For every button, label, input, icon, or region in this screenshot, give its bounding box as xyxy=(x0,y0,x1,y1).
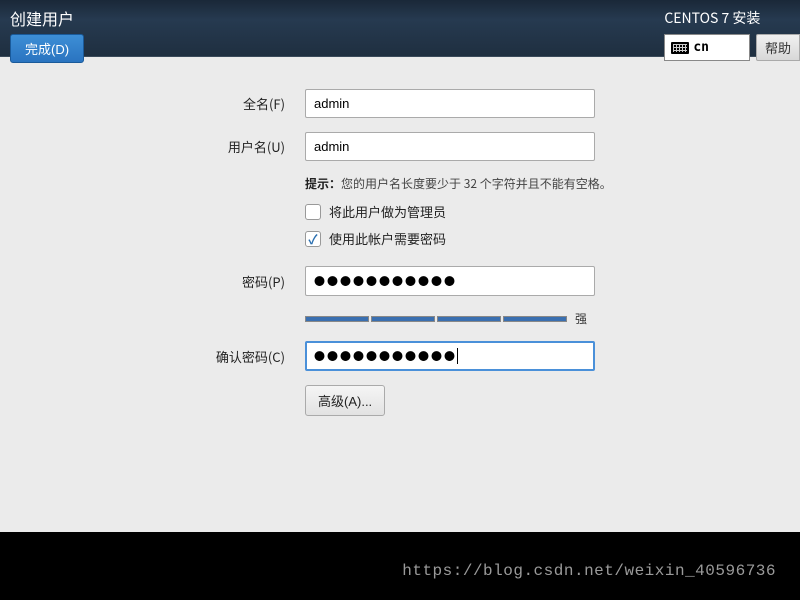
hint-prefix: 提示： xyxy=(305,175,341,192)
done-button[interactable]: 完成(D) xyxy=(10,34,84,63)
keyboard-icon xyxy=(671,42,689,54)
advanced-button[interactable]: 高级(A)... xyxy=(305,385,385,416)
admin-checkbox[interactable] xyxy=(305,204,321,220)
confirm-password-input[interactable]: ●●●●●●●●●●● xyxy=(305,341,595,371)
help-button[interactable]: 帮助 xyxy=(756,34,800,61)
username-label: 用户名(U) xyxy=(20,137,305,156)
username-hint: 提示：您的用户名长度要少于 32 个字符并且不能有空格。 xyxy=(305,175,780,192)
password-label: 密码(P) xyxy=(20,272,305,291)
password-strength-bar xyxy=(305,316,567,322)
keyboard-layout-indicator[interactable]: cn xyxy=(664,34,750,61)
require-password-checkbox[interactable] xyxy=(305,231,321,247)
username-input[interactable] xyxy=(305,132,595,161)
fullname-label: 全名(F) xyxy=(20,94,305,113)
hint-text: 您的用户名长度要少于 32 个字符并且不能有空格。 xyxy=(341,175,612,192)
password-input[interactable]: ●●●●●●●●●●● xyxy=(305,266,595,296)
require-password-label: 使用此帐户需要密码 xyxy=(329,229,446,248)
form-area: 全名(F) 用户名(U) 提示：您的用户名长度要少于 32 个字符并且不能有空格… xyxy=(0,57,800,532)
watermark-text: https://blog.csdn.net/weixin_40596736 xyxy=(402,562,776,580)
keyboard-layout-code: cn xyxy=(693,40,709,55)
footer: https://blog.csdn.net/weixin_40596736 xyxy=(0,538,800,600)
installer-title: CENTOS 7 安装 xyxy=(664,8,760,28)
fullname-input[interactable] xyxy=(305,89,595,118)
page-title: 创建用户 xyxy=(10,6,84,30)
confirm-password-label: 确认密码(C) xyxy=(20,347,305,366)
admin-checkbox-label: 将此用户做为管理员 xyxy=(329,202,446,221)
password-strength-label: 强 xyxy=(575,310,587,327)
